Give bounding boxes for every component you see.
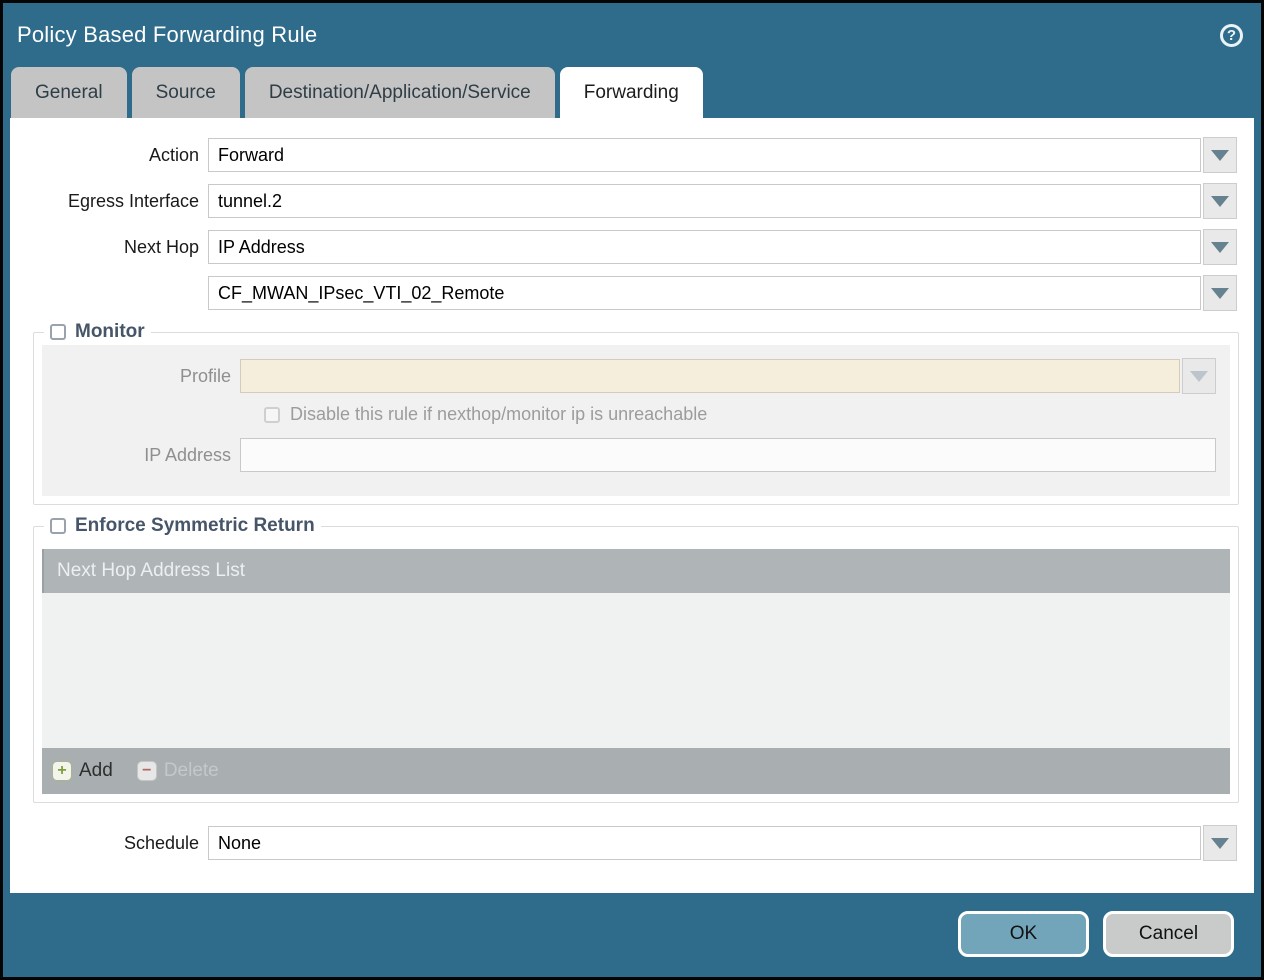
next-hop-address-value: CF_MWAN_IPsec_VTI_02_Remote (218, 283, 504, 304)
action-dropdown-button[interactable] (1203, 137, 1237, 173)
tab-bar: General Source Destination/Application/S… (3, 67, 1261, 118)
delete-button[interactable]: − Delete (137, 760, 219, 782)
schedule-label: Schedule (10, 833, 208, 854)
monitor-legend: Monitor (44, 321, 151, 343)
plus-icon: + (52, 761, 72, 781)
profile-label: Profile (42, 366, 240, 387)
schedule-select[interactable]: None (208, 826, 1201, 860)
tab-forwarding[interactable]: Forwarding (560, 67, 703, 118)
tab-destination-application-service[interactable]: Destination/Application/Service (245, 67, 555, 118)
monitor-ip-address-label: IP Address (42, 445, 240, 466)
tab-source[interactable]: Source (132, 67, 240, 118)
egress-interface-select[interactable]: tunnel.2 (208, 184, 1201, 218)
monitor-ip-address-row: IP Address (42, 438, 1216, 472)
next-hop-type-value: IP Address (218, 237, 305, 258)
enforce-symmetric-return-checkbox[interactable] (50, 518, 66, 534)
schedule-value: None (218, 833, 261, 854)
egress-interface-dropdown-button[interactable] (1203, 183, 1237, 219)
egress-interface-value: tunnel.2 (218, 191, 282, 212)
help-icon[interactable]: ? (1220, 24, 1243, 47)
cancel-button[interactable]: Cancel (1103, 911, 1234, 957)
pbf-rule-dialog: Policy Based Forwarding Rule ? General S… (0, 0, 1264, 980)
symmetric-return-title: Enforce Symmetric Return (75, 515, 315, 537)
schedule-dropdown-button[interactable] (1203, 825, 1237, 861)
profile-select (240, 359, 1180, 393)
add-button[interactable]: + Add (52, 760, 113, 782)
monitor-ip-address-input (240, 438, 1216, 472)
schedule-row: Schedule None (10, 825, 1237, 861)
chevron-down-icon (1211, 196, 1229, 207)
minus-icon: − (137, 761, 157, 781)
monitor-panel: Profile Disable this rule if nexthop/mon… (42, 345, 1230, 496)
tab-general[interactable]: General (11, 67, 127, 118)
next-hop-address-select[interactable]: CF_MWAN_IPsec_VTI_02_Remote (208, 276, 1201, 310)
profile-row: Profile (42, 358, 1216, 394)
chevron-down-icon (1190, 371, 1208, 382)
action-label: Action (10, 145, 208, 166)
forwarding-tab-panel: Action Forward Egress Interface tunnel.2… (10, 118, 1254, 893)
monitor-title: Monitor (75, 321, 145, 343)
action-value: Forward (218, 145, 284, 166)
monitor-checkbox[interactable] (50, 324, 66, 340)
disable-rule-checkbox[interactable] (264, 407, 280, 423)
egress-interface-row: Egress Interface tunnel.2 (10, 183, 1237, 219)
next-hop-row: Next Hop IP Address (10, 229, 1237, 265)
add-button-label: Add (79, 760, 113, 782)
ok-button[interactable]: OK (958, 911, 1089, 957)
next-hop-address-list-toolbar: + Add − Delete (42, 748, 1230, 794)
chevron-down-icon (1211, 288, 1229, 299)
next-hop-label: Next Hop (10, 237, 208, 258)
next-hop-dropdown-button[interactable] (1203, 229, 1237, 265)
next-hop-type-select[interactable]: IP Address (208, 230, 1201, 264)
chevron-down-icon (1211, 242, 1229, 253)
disable-rule-label: Disable this rule if nexthop/monitor ip … (290, 404, 707, 425)
next-hop-address-list-header: Next Hop Address List (42, 549, 1230, 593)
action-select[interactable]: Forward (208, 138, 1201, 172)
disable-rule-row: Disable this rule if nexthop/monitor ip … (264, 404, 1230, 425)
action-row: Action Forward (10, 137, 1237, 173)
symmetric-return-group: Enforce Symmetric Return Next Hop Addres… (33, 515, 1239, 803)
chevron-down-icon (1211, 150, 1229, 161)
profile-dropdown-button (1182, 358, 1216, 394)
dialog-titlebar: Policy Based Forwarding Rule ? (3, 3, 1261, 67)
chevron-down-icon (1211, 838, 1229, 849)
symmetric-return-legend: Enforce Symmetric Return (44, 515, 321, 537)
next-hop-address-dropdown-button[interactable] (1203, 275, 1237, 311)
next-hop-address-row: CF_MWAN_IPsec_VTI_02_Remote (10, 275, 1237, 311)
delete-button-label: Delete (164, 760, 219, 782)
monitor-group: Monitor Profile Disable this rule if nex… (33, 321, 1239, 505)
egress-interface-label: Egress Interface (10, 191, 208, 212)
next-hop-address-list-body (42, 593, 1230, 748)
dialog-title: Policy Based Forwarding Rule (17, 22, 317, 48)
next-hop-address-list-table: Next Hop Address List + Add − Delete (42, 549, 1230, 794)
